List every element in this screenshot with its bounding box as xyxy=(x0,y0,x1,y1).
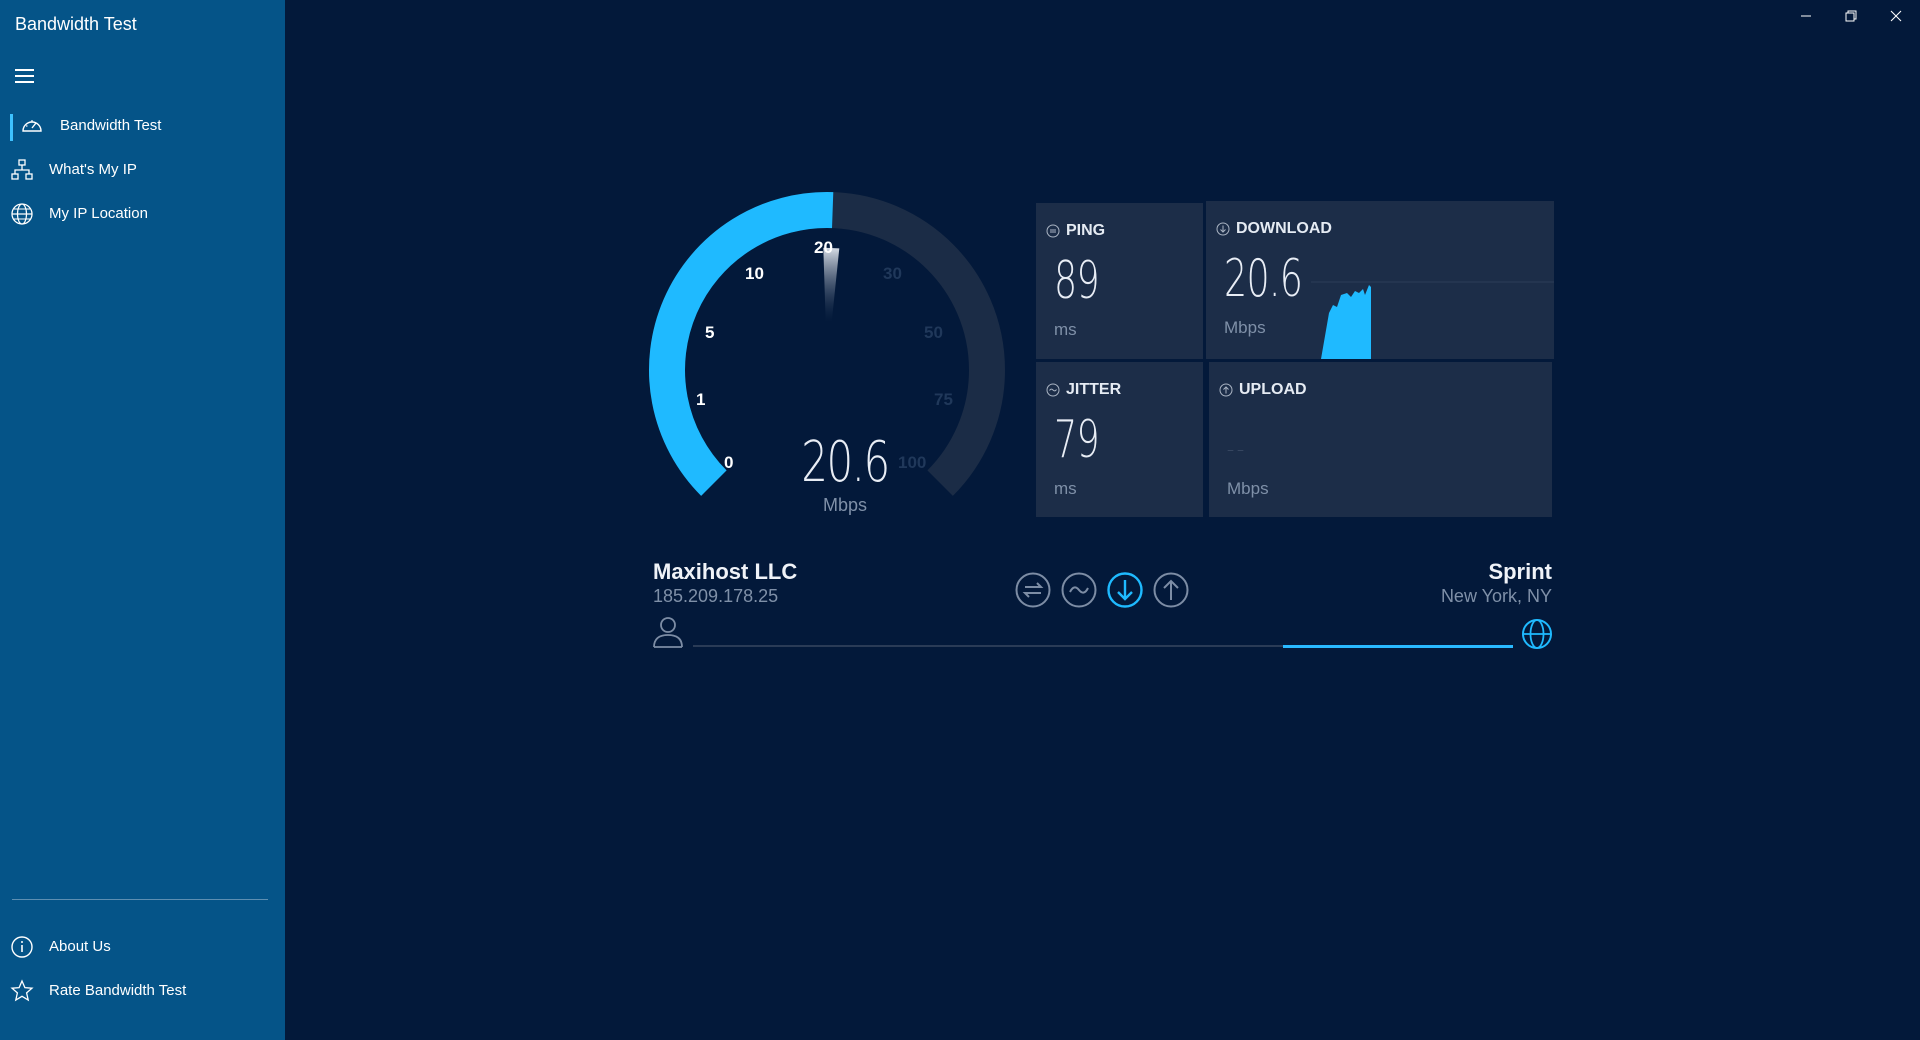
jitter-panel: JITTER 79 ms xyxy=(1036,362,1203,517)
ping-unit: ms xyxy=(1054,320,1077,339)
upload-panel: UPLOAD – – Mbps xyxy=(1209,362,1552,517)
active-indicator xyxy=(10,114,13,141)
isp-ip-address: 185.209.178.25 xyxy=(653,586,779,606)
ping-panel: PING 89 ms xyxy=(1036,203,1203,359)
isp-name: Maxihost LLC xyxy=(653,559,798,584)
download-icon xyxy=(1216,222,1230,236)
test-progress-track xyxy=(693,645,1513,648)
upload-step-icon[interactable] xyxy=(1152,571,1190,609)
jitter-icon xyxy=(1046,383,1060,397)
jitter-step-icon[interactable] xyxy=(1060,571,1098,609)
jitter-unit: ms xyxy=(1054,479,1077,498)
gauge-tick: 5 xyxy=(705,323,715,342)
sidebar-item-bandwidth-test[interactable]: Bandwidth Test xyxy=(0,106,285,146)
network-icon xyxy=(11,159,33,180)
sidebar-item-whats-my-ip[interactable]: What's My IP xyxy=(0,150,285,190)
jitter-value: 79 xyxy=(1054,410,1100,470)
ping-step-icon[interactable] xyxy=(1014,571,1052,609)
sidebar-item-label: Rate Bandwidth Test xyxy=(49,982,187,999)
minimize-icon xyxy=(1801,15,1811,17)
gauge-speed-value: 20.6 xyxy=(801,430,890,495)
sidebar-item-label: My IP Location xyxy=(49,205,148,222)
download-title: DOWNLOAD xyxy=(1236,220,1332,237)
upload-icon xyxy=(1219,383,1233,397)
restore-icon xyxy=(1845,10,1857,22)
globe-icon xyxy=(11,203,33,225)
gauge-tick: 100 xyxy=(898,453,927,472)
hamburger-menu-icon[interactable] xyxy=(15,66,37,84)
speedometer-icon xyxy=(22,120,42,132)
app-title: Bandwidth Test xyxy=(15,14,137,34)
download-unit: Mbps xyxy=(1224,318,1266,337)
minimize-button[interactable] xyxy=(1783,0,1829,32)
user-icon xyxy=(653,617,683,648)
sidebar-divider xyxy=(12,899,268,900)
sidebar-item-label: About Us xyxy=(49,938,111,955)
gauge-tick: 1 xyxy=(696,390,706,409)
star-icon xyxy=(10,979,34,1002)
server-name: Sprint xyxy=(1488,559,1552,584)
ping-value: 89 xyxy=(1054,251,1100,311)
gauge-tick: 75 xyxy=(934,390,953,409)
sidebar-item-label: Bandwidth Test xyxy=(60,117,162,134)
sidebar-item-about-us[interactable]: About Us xyxy=(0,927,285,967)
close-button[interactable] xyxy=(1873,0,1919,32)
ping-title: PING xyxy=(1066,222,1106,239)
info-icon xyxy=(11,936,33,958)
close-icon xyxy=(1890,10,1902,22)
speed-gauge: 0 1 5 10 20 30 50 75 100 20.6 Mbps xyxy=(630,185,1020,525)
gauge-tick: 20 xyxy=(814,238,833,257)
download-graph xyxy=(1311,281,1554,359)
sidebar-item-my-ip-location[interactable]: My IP Location xyxy=(0,194,285,234)
gauge-speed-unit: Mbps xyxy=(822,495,867,515)
ping-icon xyxy=(1046,224,1060,238)
gauge-needle xyxy=(823,247,840,323)
gauge-tick: 0 xyxy=(724,453,734,472)
sidebar-item-rate-bandwidth-test[interactable]: Rate Bandwidth Test xyxy=(0,971,285,1011)
download-value: 20.6 xyxy=(1224,249,1303,309)
sidebar-item-label: What's My IP xyxy=(49,161,137,178)
restore-button[interactable] xyxy=(1828,0,1874,32)
upload-value: – – xyxy=(1227,437,1244,461)
gauge-tick: 50 xyxy=(924,323,943,342)
jitter-title: JITTER xyxy=(1066,381,1122,398)
upload-title: UPLOAD xyxy=(1239,381,1307,398)
test-progress-fill xyxy=(1283,645,1513,648)
gauge-tick: 30 xyxy=(883,264,902,283)
sidebar: Bandwidth Test Bandwidth Test What's My … xyxy=(0,0,285,1040)
server-location: New York, NY xyxy=(1440,586,1552,606)
gauge-tick: 10 xyxy=(745,264,764,283)
upload-unit: Mbps xyxy=(1227,479,1269,498)
download-step-icon[interactable] xyxy=(1106,571,1144,609)
server-globe-icon xyxy=(1522,619,1552,649)
download-panel: DOWNLOAD 20.6 Mbps xyxy=(1206,201,1554,359)
